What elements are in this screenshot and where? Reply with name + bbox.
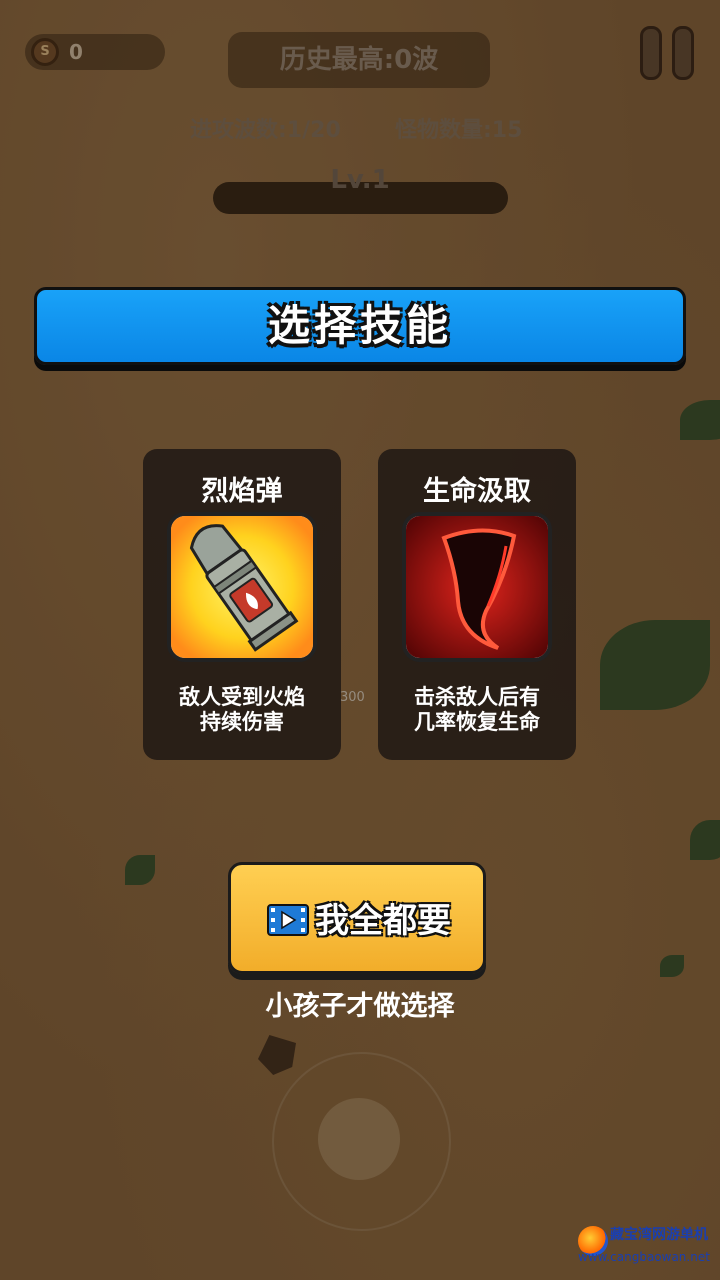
- dialog-title: 选择技能: [34, 287, 686, 365]
- skill-description: 击杀敌人后有 几率恢复生命: [414, 685, 540, 734]
- video-ad-icon: [267, 904, 309, 936]
- modal-overlay: [0, 0, 720, 1280]
- watermark-title: 藏宝湾网游单机: [610, 1227, 708, 1243]
- life-drain-fang-icon: [402, 512, 552, 662]
- fire-bullet-icon: [167, 512, 317, 662]
- skill-card-life-drain[interactable]: 生命汲取 击杀敌人后有 几率恢复生命: [378, 449, 576, 760]
- skill-name: 生命汲取: [423, 476, 531, 507]
- skill-card-fire-bullet[interactable]: 烈焰弹 敌人受到火焰 持续伤害: [143, 449, 341, 760]
- take-all-button[interactable]: 我全都要: [228, 862, 486, 974]
- skill-description: 敌人受到火焰 持续伤害: [179, 685, 305, 734]
- skill-name: 烈焰弹: [201, 476, 283, 507]
- watermark-url: www.cangbaowan.net: [578, 1250, 710, 1264]
- watermark: 藏宝湾网游单机 www.cangbaowan.net: [578, 1222, 718, 1272]
- take-all-label: 我全都要: [315, 901, 451, 941]
- take-all-subtitle: 小孩子才做选择: [265, 991, 455, 1022]
